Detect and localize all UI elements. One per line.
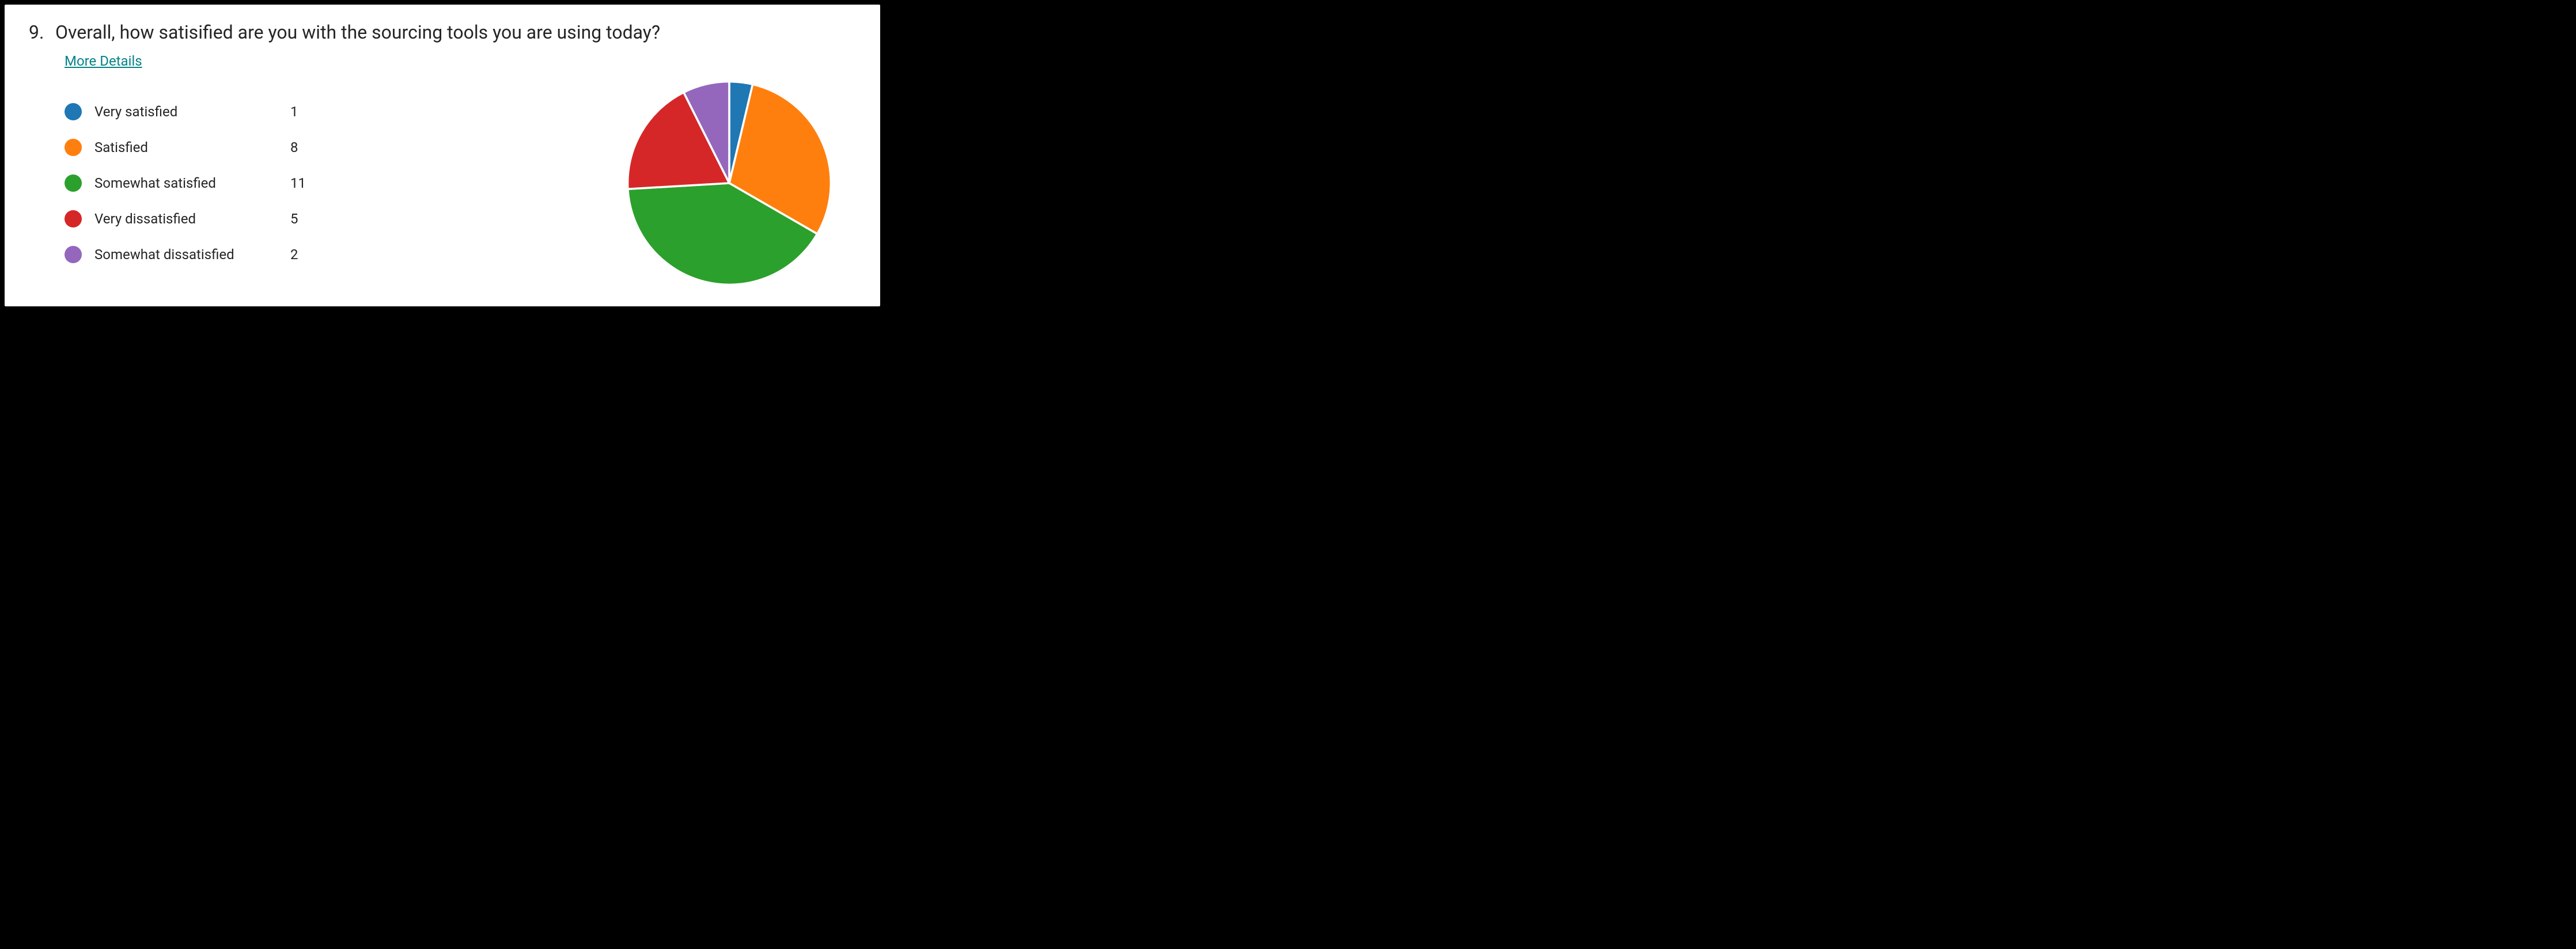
question-number: 9. [29,21,51,45]
legend-swatch [65,210,82,227]
legend-value: 1 [290,104,325,120]
legend-value: 5 [290,211,325,227]
legend-label: Very dissatisfied [94,211,290,227]
question-text: Overall, how satisified are you with the… [55,21,660,43]
pie-chart [626,79,833,287]
survey-question-card: 9. Overall, how satisified are you with … [5,5,880,306]
legend: Very satisfied 1 Satisfied 8 Somewhat sa… [65,94,325,272]
legend-swatch [65,139,82,156]
question-content: Very satisfied 1 Satisfied 8 Somewhat sa… [29,79,856,287]
legend-label: Very satisfied [94,104,290,120]
legend-value: 8 [290,139,325,155]
legend-swatch [65,103,82,120]
legend-label: Satisfied [94,139,290,155]
legend-item: Somewhat satisfied 11 [65,165,325,201]
pie-svg [626,79,833,287]
legend-item: Satisfied 8 [65,130,325,165]
legend-item: Somewhat dissatisfied 2 [65,237,325,272]
legend-swatch [65,174,82,192]
more-details-link[interactable]: More Details [65,53,142,69]
legend-swatch [65,246,82,263]
legend-value: 11 [290,175,325,191]
legend-label: Somewhat dissatisfied [94,246,290,263]
legend-item: Very dissatisfied 5 [65,201,325,237]
legend-label: Somewhat satisfied [94,175,290,191]
legend-value: 2 [290,246,325,263]
legend-item: Very satisfied 1 [65,94,325,130]
question-heading: 9. Overall, how satisified are you with … [29,21,856,45]
